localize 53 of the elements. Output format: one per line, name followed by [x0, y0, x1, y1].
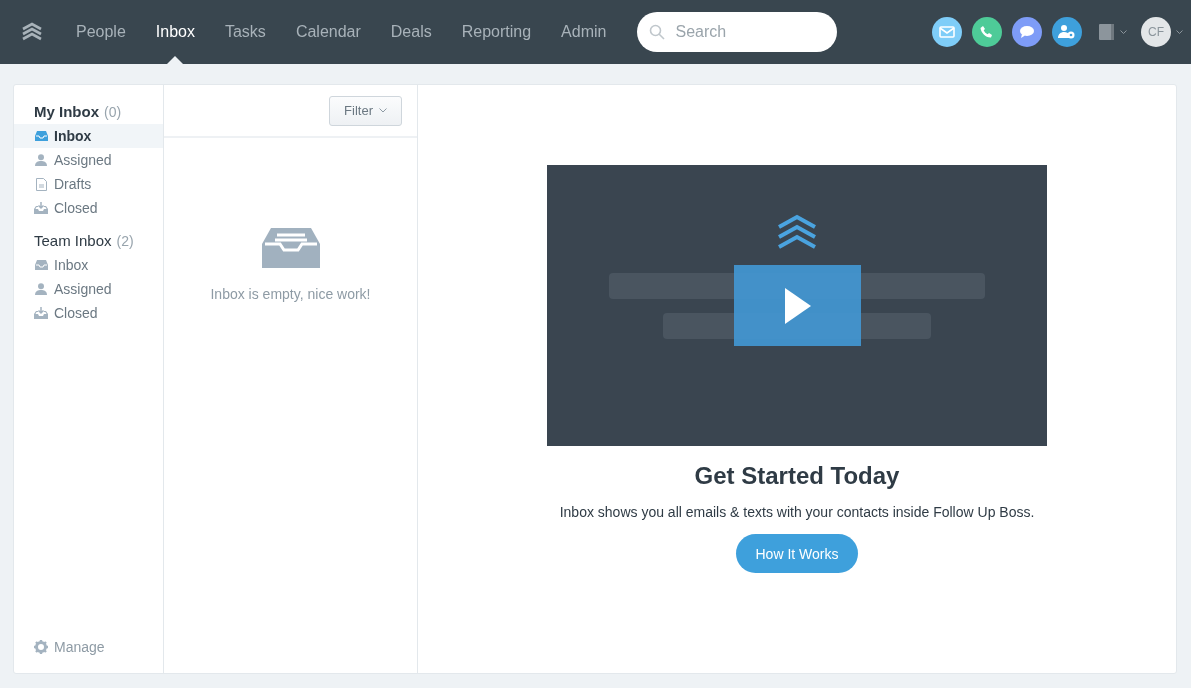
sidebar-item[interactable]: Assigned: [14, 277, 163, 301]
nav-tab[interactable]: Reporting: [446, 0, 547, 64]
sidebar-item[interactable]: Drafts: [14, 172, 163, 196]
sidebar-item[interactable]: Inbox: [14, 124, 163, 148]
tray-arrow-icon: [34, 307, 48, 319]
filter-button[interactable]: Filter: [329, 95, 402, 126]
sidebar-item[interactable]: Inbox: [14, 253, 163, 277]
nav-tab[interactable]: Calendar: [280, 0, 376, 64]
person-icon: [35, 154, 47, 166]
manage-button[interactable]: Manage: [14, 639, 163, 655]
search-icon: [649, 24, 666, 40]
speech-bubble-icon: [1019, 25, 1035, 39]
heading: Get Started Today: [694, 462, 900, 490]
phone-button[interactable]: [972, 17, 1002, 47]
chat-button[interactable]: [1012, 17, 1042, 47]
section-title: My Inbox: [34, 103, 99, 120]
tray-icon: [261, 226, 320, 268]
avatar: CF: [1141, 17, 1171, 47]
envelope-icon: [939, 26, 955, 38]
nav-tab[interactable]: Inbox: [140, 0, 210, 64]
nav-tab[interactable]: Deals: [375, 0, 447, 64]
caret-icon: [379, 108, 387, 113]
nav-tab[interactable]: Admin: [546, 0, 622, 64]
logo-icon[interactable]: [21, 22, 43, 42]
settings-icon: [34, 640, 48, 654]
user-menu[interactable]: CF: [1141, 17, 1183, 47]
nav-tab[interactable]: People: [61, 0, 141, 64]
description: Inbox shows you all emails & texts with your contacts inside Follow Up Boss.: [559, 504, 1035, 520]
tray-arrow-icon: [34, 202, 48, 214]
sidebar-item[interactable]: Closed: [14, 196, 163, 220]
book-menu[interactable]: [1098, 23, 1127, 41]
count-label: (2): [116, 233, 134, 249]
section-title: Team Inbox: [34, 232, 112, 249]
play-button[interactable]: [734, 265, 861, 346]
how-it-works-button[interactable]: How It Works: [735, 534, 859, 573]
tray-icon: [34, 260, 48, 270]
phone-icon: [980, 25, 994, 39]
empty-message: Inbox is empty, nice work!: [210, 286, 371, 302]
caret-icon: [1120, 29, 1127, 35]
person-gear-icon: [1058, 24, 1076, 40]
play-icon: [784, 287, 811, 324]
nav-tab[interactable]: Tasks: [209, 0, 281, 64]
search-field[interactable]: Search: [637, 12, 838, 52]
tray-icon: [34, 131, 48, 141]
sidebar-item[interactable]: Assigned: [14, 148, 163, 172]
caret-icon: [1176, 29, 1183, 35]
email-button[interactable]: [932, 17, 962, 47]
book-icon: [1098, 23, 1116, 41]
document-icon: [35, 177, 47, 191]
sidebar-item[interactable]: Closed: [14, 301, 163, 325]
assign-button[interactable]: [1052, 17, 1082, 47]
count-label: (0): [104, 104, 122, 120]
person-icon: [35, 283, 47, 295]
